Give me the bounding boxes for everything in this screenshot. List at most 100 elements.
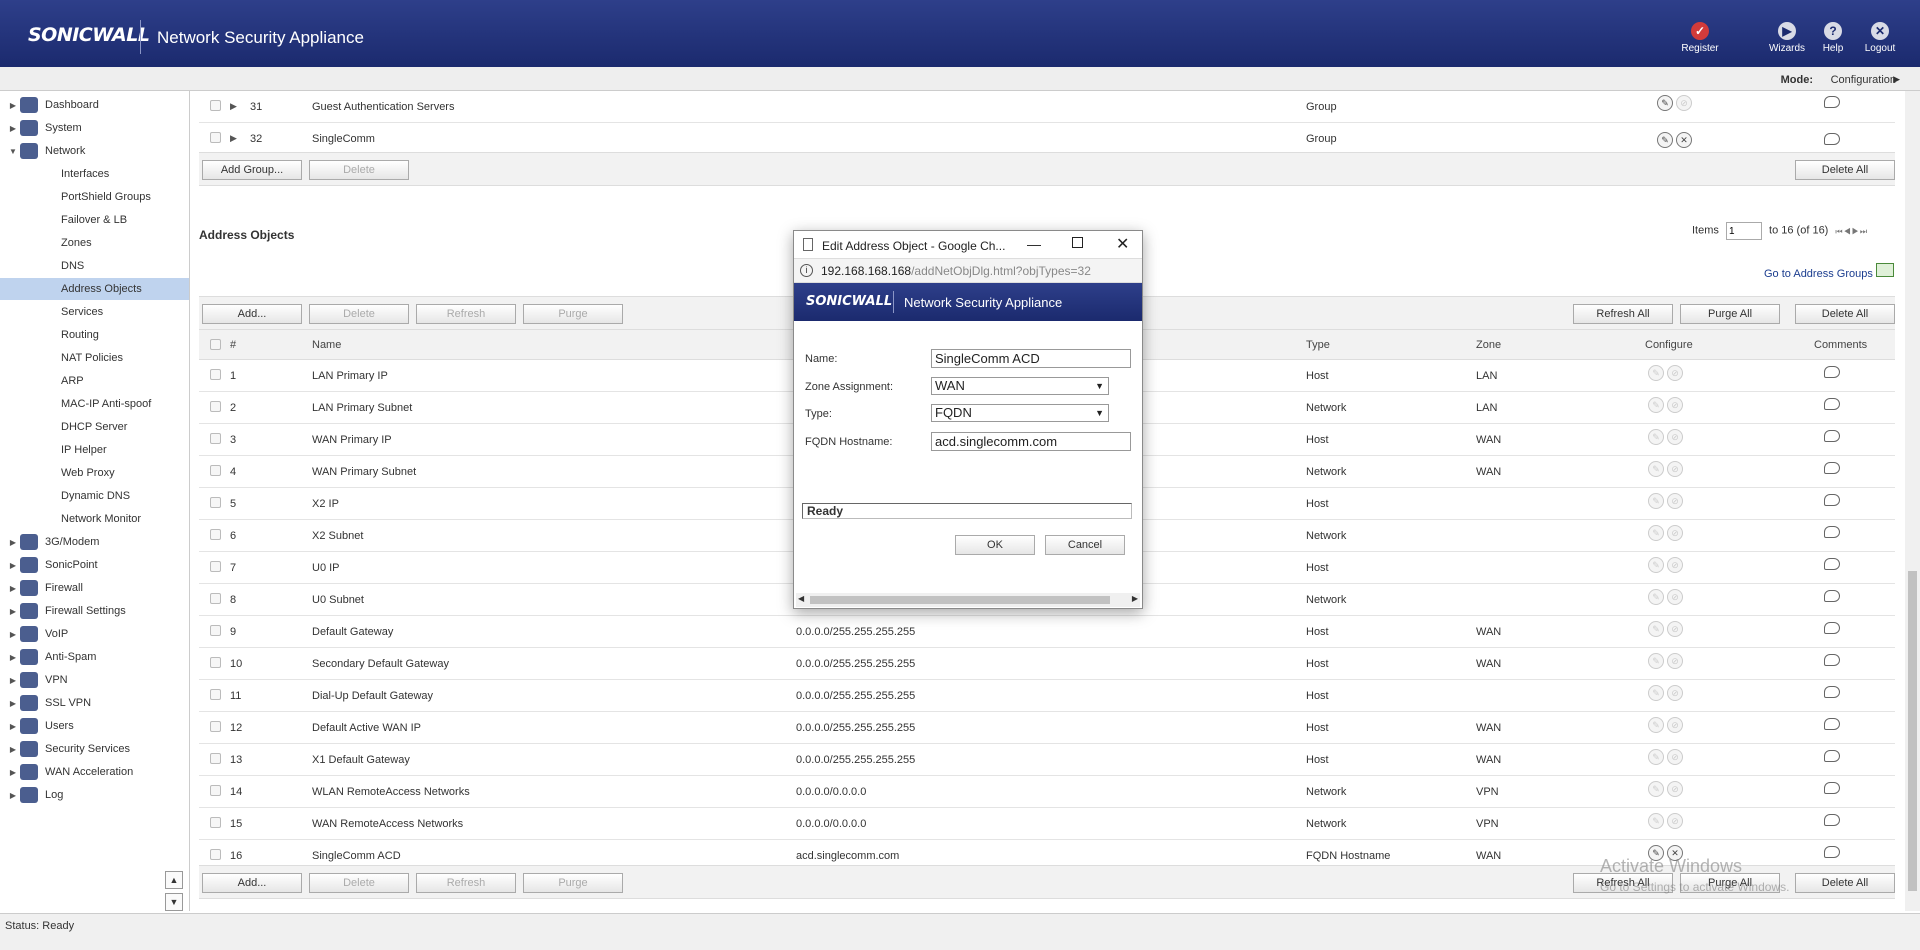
chevron-right-icon[interactable]: ▶: [6, 653, 20, 662]
sidebar-item[interactable]: Dynamic DNS: [0, 485, 189, 507]
sidebar-item[interactable]: MAC-IP Anti-spoof: [0, 393, 189, 415]
comment-icon[interactable]: [1824, 366, 1840, 378]
add-button[interactable]: Add...: [202, 304, 302, 324]
sidebar-item[interactable]: ▶ Users: [0, 715, 189, 737]
sidebar-item[interactable]: ▶ Firewall Settings: [0, 600, 189, 622]
sidebar-item[interactable]: ▶ Dashboard: [0, 94, 189, 116]
dialog-scroll-thumb[interactable]: [810, 596, 1110, 604]
chevron-right-icon[interactable]: ▶: [6, 722, 20, 731]
row-checkbox[interactable]: [210, 753, 221, 764]
row-checkbox[interactable]: [210, 369, 221, 380]
chevron-right-icon[interactable]: ▶: [6, 607, 20, 616]
table-row[interactable]: 10 Secondary Default Gateway 0.0.0.0/255.2…: [199, 648, 1895, 680]
logout-button[interactable]: ✕ Logout: [1855, 22, 1905, 54]
comment-icon[interactable]: [1824, 718, 1840, 730]
comment-icon[interactable]: [1824, 462, 1840, 474]
sidebar-item[interactable]: NAT Policies: [0, 347, 189, 369]
row-checkbox[interactable]: [210, 689, 221, 700]
group-row[interactable]: ▶ 32 SingleComm Group ✎ ✕: [199, 123, 1895, 155]
row-checkbox[interactable]: [210, 132, 221, 143]
wizards-button[interactable]: ▶ Wizards: [1762, 22, 1812, 54]
chevron-right-icon[interactable]: ▶: [6, 768, 20, 777]
mode-selector[interactable]: Configuration: [1831, 74, 1896, 86]
fqdn-field[interactable]: acd.singlecomm.com: [931, 432, 1131, 451]
sidebar-item[interactable]: ▶ Log: [0, 784, 189, 806]
pager-nav-icons[interactable]: ⏮◀▶⏭: [1835, 227, 1868, 236]
zone-select[interactable]: WAN ▼: [931, 377, 1109, 395]
sidebar-item[interactable]: ▶ System: [0, 117, 189, 139]
sidebar-item[interactable]: ▶ SonicPoint: [0, 554, 189, 576]
row-checkbox[interactable]: [210, 817, 221, 828]
scroll-right-icon[interactable]: ▶: [1132, 594, 1138, 603]
close-button[interactable]: ✕: [1116, 234, 1129, 254]
dialog-hscrollbar[interactable]: ◀ ▶: [796, 593, 1140, 607]
maximize-button[interactable]: [1072, 237, 1083, 248]
chevron-right-icon[interactable]: ▶: [6, 584, 20, 593]
expand-icon[interactable]: ▶: [230, 133, 237, 144]
comment-icon[interactable]: [1824, 846, 1840, 858]
group-row[interactable]: ▶ 31 Guest Authentication Servers Group …: [199, 91, 1895, 123]
register-button[interactable]: ✓ Register: [1675, 22, 1725, 54]
row-checkbox[interactable]: [210, 433, 221, 444]
row-checkbox[interactable]: [210, 785, 221, 796]
row-checkbox[interactable]: [210, 849, 221, 860]
sidebar-item[interactable]: ▶ Firewall: [0, 577, 189, 599]
ok-button[interactable]: OK: [955, 535, 1035, 555]
row-checkbox[interactable]: [210, 401, 221, 412]
sidebar-item[interactable]: ▶ VoIP: [0, 623, 189, 645]
comment-icon[interactable]: [1824, 654, 1840, 666]
comment-icon[interactable]: [1824, 782, 1840, 794]
sidebar-item[interactable]: Network Monitor: [0, 508, 189, 530]
sidebar-item[interactable]: ▶ Anti-Spam: [0, 646, 189, 668]
scroll-left-icon[interactable]: ◀: [798, 594, 804, 603]
sidebar-item[interactable]: ▶ VPN: [0, 669, 189, 691]
row-checkbox[interactable]: [210, 100, 221, 111]
table-row[interactable]: 9 Default Gateway 0.0.0.0/255.255.255.255 H…: [199, 616, 1895, 648]
purge-all-button[interactable]: Purge All: [1680, 304, 1780, 324]
sidebar-item[interactable]: Interfaces: [0, 163, 189, 185]
sidebar-item[interactable]: ▼ Network: [0, 140, 189, 162]
refresh-all-button[interactable]: Refresh All: [1573, 304, 1673, 324]
comment-icon[interactable]: [1824, 590, 1840, 602]
sidebar-item[interactable]: Zones: [0, 232, 189, 254]
edit-icon[interactable]: ✎: [1657, 132, 1673, 148]
sidebar-item[interactable]: ▶ 3G/Modem: [0, 531, 189, 553]
goto-address-groups-link[interactable]: Go to Address Groups: [1764, 268, 1873, 280]
comment-icon[interactable]: [1824, 526, 1840, 538]
items-input[interactable]: [1725, 222, 1762, 240]
select-all-checkbox[interactable]: [210, 339, 221, 350]
row-checkbox[interactable]: [210, 529, 221, 540]
row-checkbox[interactable]: [210, 465, 221, 476]
help-button[interactable]: ? Help: [1808, 22, 1858, 54]
comment-icon[interactable]: [1824, 686, 1840, 698]
table-row[interactable]: 13 X1 Default Gateway 0.0.0.0/255.255.255.…: [199, 744, 1895, 776]
comment-icon[interactable]: [1824, 494, 1840, 506]
delete-all-groups-button[interactable]: Delete All: [1795, 160, 1895, 180]
main-scrollbar[interactable]: [1905, 91, 1920, 911]
scroll-up-button[interactable]: ▲: [165, 871, 183, 889]
comment-icon[interactable]: [1824, 750, 1840, 762]
add-button-bottom[interactable]: Add...: [202, 873, 302, 893]
sidebar-item[interactable]: Routing: [0, 324, 189, 346]
table-row[interactable]: 14 WLAN RemoteAccess Networks 0.0.0.0/0.0.…: [199, 776, 1895, 808]
row-checkbox[interactable]: [210, 657, 221, 668]
goto-groups-icon[interactable]: [1876, 263, 1894, 277]
delete-all-button[interactable]: Delete All: [1795, 304, 1895, 324]
expand-icon[interactable]: ▶: [230, 101, 237, 112]
scroll-down-button[interactable]: ▼: [165, 893, 183, 911]
chevron-right-icon[interactable]: ▶: [6, 745, 20, 754]
sidebar-item[interactable]: ARP: [0, 370, 189, 392]
delete-icon[interactable]: ✕: [1676, 132, 1692, 148]
sidebar-item[interactable]: ▶ SSL VPN: [0, 692, 189, 714]
scrollbar-thumb[interactable]: [1908, 571, 1917, 891]
chevron-right-icon[interactable]: ▶: [6, 699, 20, 708]
row-checkbox[interactable]: [210, 593, 221, 604]
minimize-button[interactable]: —: [1027, 236, 1041, 252]
info-icon[interactable]: i: [800, 264, 813, 277]
row-checkbox[interactable]: [210, 561, 221, 572]
edit-icon[interactable]: ✎: [1657, 95, 1673, 111]
comment-icon[interactable]: [1824, 558, 1840, 570]
chevron-right-icon[interactable]: ▶: [6, 676, 20, 685]
cancel-button[interactable]: Cancel: [1045, 535, 1125, 555]
chevron-down-icon[interactable]: ▼: [6, 147, 20, 156]
